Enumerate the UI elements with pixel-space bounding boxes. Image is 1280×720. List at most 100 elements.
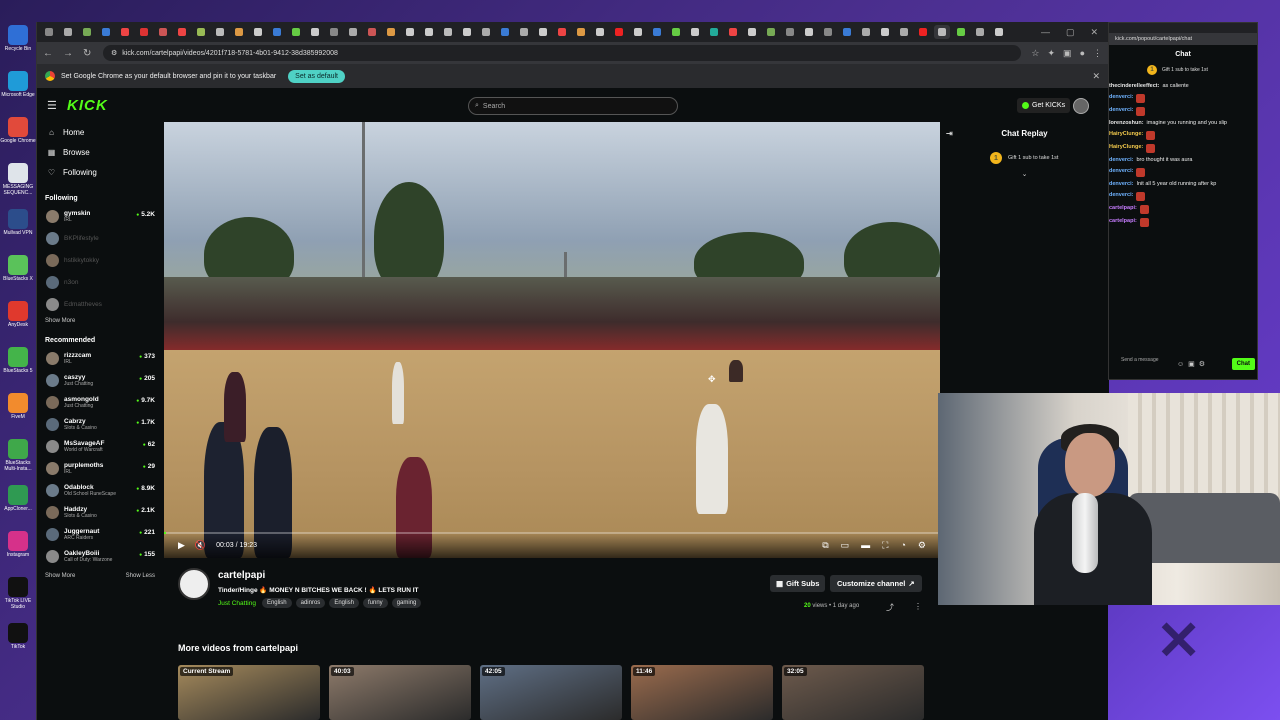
browser-tab[interactable]	[668, 25, 684, 39]
browser-tab[interactable]	[801, 25, 817, 39]
play-icon[interactable]: ▶	[178, 540, 185, 551]
browser-tab[interactable]	[687, 25, 703, 39]
browser-tab[interactable]	[725, 25, 741, 39]
search-input[interactable]: ⌕ Search	[468, 97, 678, 115]
desktop-icon[interactable]: BlueStacks Multi-Insta...	[0, 436, 36, 482]
browser-tab[interactable]	[592, 25, 608, 39]
sidebar-item-home[interactable]: ⌂ Home	[37, 122, 163, 142]
clip-icon[interactable]: ⧉	[822, 540, 828, 551]
browser-tab[interactable]	[212, 25, 228, 39]
minimize-icon[interactable]: —	[1041, 27, 1050, 38]
chat-username[interactable]: cartelpapi:	[1109, 205, 1137, 212]
channel-row[interactable]: BKPlifestyle	[37, 227, 163, 249]
browser-tab[interactable]	[79, 25, 95, 39]
browser-tab[interactable]	[155, 25, 171, 39]
desktop-icon[interactable]: Mullvad VPN	[0, 206, 36, 252]
browser-tab[interactable]	[535, 25, 551, 39]
channel-row[interactable]: rizzzcamIRL 373	[37, 347, 163, 369]
desktop-icon[interactable]: AnyDesk	[0, 298, 36, 344]
chat-settings-icon[interactable]: ⚙	[1199, 360, 1205, 368]
stream-tag[interactable]: English	[329, 598, 359, 608]
share-icon[interactable]: ⤴	[886, 602, 894, 613]
back-icon[interactable]: ←	[43, 48, 53, 59]
channel-row[interactable]: CabrzySlots & Casino 1.7K	[37, 413, 163, 435]
channel-row[interactable]: MsSavageAFWorld of Warcraft 62	[37, 435, 163, 457]
video-player[interactable]: ✥ ▶ 🔇 00:03 / 19:23 ⧉ ▭ ▬ ⛶ ◔ ⚙	[164, 122, 940, 558]
url-field[interactable]: ⚙ kick.com/cartelpapi/videos/4201f718-57…	[103, 45, 1022, 61]
close-window-icon[interactable]: ✕	[1090, 27, 1098, 38]
desktop-icon[interactable]: TikTok	[0, 620, 36, 666]
expand-chevron-icon[interactable]: ⌄	[940, 170, 1109, 178]
desktop-icon[interactable]: BlueStacks X	[0, 252, 36, 298]
stream-tag[interactable]: English	[261, 598, 292, 608]
browser-tab[interactable]	[744, 25, 760, 39]
channel-row[interactable]: Edmattheves	[37, 293, 163, 315]
desktop-icon[interactable]: AppCloner...	[0, 482, 36, 528]
site-info-icon[interactable]: ⚙	[111, 49, 117, 57]
video-thumbnail[interactable]: 32:05	[782, 665, 924, 720]
browser-tab[interactable]	[41, 25, 57, 39]
browser-tab[interactable]	[402, 25, 418, 39]
browser-tab[interactable]	[345, 25, 361, 39]
gift-sub-banner[interactable]: 1 Gift 1 sub to take 1st	[940, 152, 1109, 164]
desktop-icon[interactable]: TikTok LIVE Studio	[0, 574, 36, 620]
browser-tab[interactable]	[117, 25, 133, 39]
chat-username[interactable]: denverci:	[1109, 181, 1133, 188]
desktop-icon[interactable]: Recycle Bin	[0, 22, 36, 68]
browser-tab[interactable]	[326, 25, 342, 39]
extensions-puzzle-icon[interactable]: ▣	[1063, 48, 1072, 59]
channel-row[interactable]: JuggernautARC Raiders 221	[37, 523, 163, 545]
chat-message-input[interactable]: Send a message	[1113, 357, 1173, 371]
browser-tab[interactable]	[782, 25, 798, 39]
channel-row[interactable]: purplemothsIRL 29	[37, 457, 163, 479]
browser-tab[interactable]	[440, 25, 456, 39]
browser-tab[interactable]	[269, 25, 285, 39]
browser-tab[interactable]	[611, 25, 627, 39]
stream-tag[interactable]: funny	[363, 598, 388, 608]
browser-tab[interactable]	[934, 25, 950, 39]
browser-tab[interactable]	[706, 25, 722, 39]
browser-tab[interactable]	[421, 25, 437, 39]
profile-icon[interactable]: ●	[1080, 48, 1085, 59]
browser-tab[interactable]	[573, 25, 589, 39]
browser-tab[interactable]	[877, 25, 893, 39]
desktop-icon[interactable]: MESSAGING SEQUENC...	[0, 160, 36, 206]
browser-tab[interactable]	[839, 25, 855, 39]
chat-username[interactable]: HairyClunge:	[1109, 144, 1143, 151]
stream-tag[interactable]: adinros	[295, 598, 326, 608]
show-more-following[interactable]: Show More	[37, 318, 163, 324]
browser-tab[interactable]	[497, 25, 513, 39]
stream-tag[interactable]: gaming	[391, 598, 422, 608]
browser-tab[interactable]	[60, 25, 76, 39]
browser-tab[interactable]	[174, 25, 190, 39]
mute-icon[interactable]: 🔇	[195, 540, 206, 551]
browser-tab[interactable]	[459, 25, 475, 39]
set-as-default-button[interactable]: Set as default	[288, 69, 345, 83]
browser-tab[interactable]	[953, 25, 969, 39]
send-chat-button[interactable]: Chat	[1231, 358, 1255, 370]
browser-tab[interactable]	[630, 25, 646, 39]
reload-icon[interactable]: ↻	[83, 48, 93, 59]
desktop-icon[interactable]: Instagram	[0, 528, 36, 574]
browser-tab[interactable]	[478, 25, 494, 39]
chat-username[interactable]: thecinderelleeffect:	[1109, 83, 1159, 90]
browser-tab[interactable]	[288, 25, 304, 39]
chat-username[interactable]: denverci:	[1109, 192, 1133, 199]
browser-tab[interactable]	[649, 25, 665, 39]
browser-tab[interactable]	[250, 25, 266, 39]
show-more-recommended[interactable]: Show More	[45, 573, 75, 579]
gift-subs-button[interactable]: ▦ Gift Subs	[770, 575, 826, 592]
popout-gift-banner[interactable]: 1 Gift 1 sub to take 1st	[1109, 63, 1257, 77]
chat-username[interactable]: lorenzoshun:	[1109, 120, 1144, 127]
sidebar-item-following[interactable]: ♡ Following	[37, 162, 163, 182]
browser-tab[interactable]	[554, 25, 570, 39]
desktop-icon[interactable]: FiveM	[0, 390, 36, 436]
chat-username[interactable]: HairyClunge:	[1109, 131, 1143, 138]
more-options-icon[interactable]: ⋮	[914, 602, 922, 611]
browser-menu-icon[interactable]: ⋮	[1093, 48, 1102, 59]
browser-tab[interactable]	[516, 25, 532, 39]
channel-row[interactable]: gymskinIRL 5.2K	[37, 205, 163, 227]
channel-row[interactable]: OakleyBoiiiCall of Duty: Warzone 155	[37, 545, 163, 567]
category-link[interactable]: Just Chatting	[218, 600, 256, 607]
browser-tab[interactable]	[364, 25, 380, 39]
